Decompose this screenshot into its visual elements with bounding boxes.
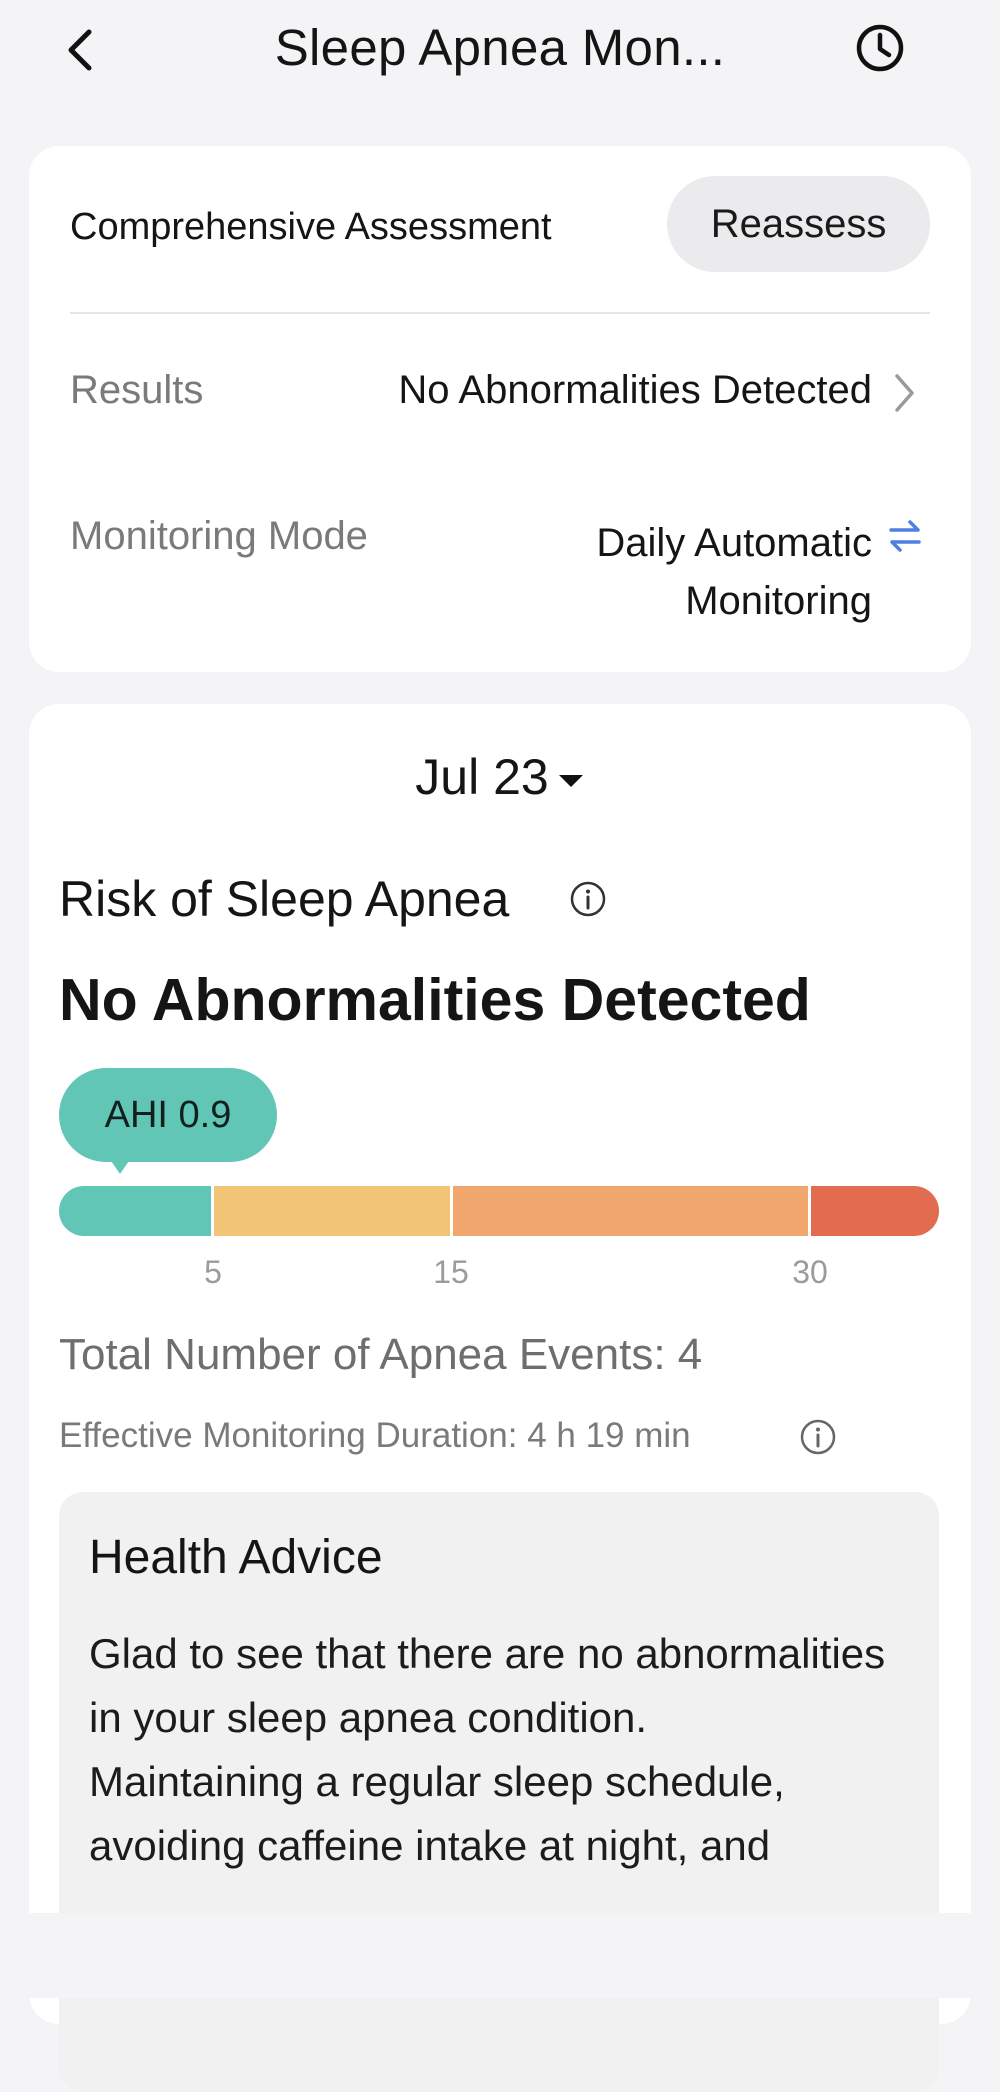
results-row[interactable]: Results No Abnormalities Detected	[29, 336, 971, 436]
divider	[70, 312, 930, 314]
assessment-title: Comprehensive Assessment	[70, 206, 552, 248]
bottom-safe-area	[0, 1913, 1000, 1998]
health-advice-box: Health Advice Glad to see that there are…	[59, 1492, 939, 2092]
monitoring-duration: Effective Monitoring Duration: 4 h 19 mi…	[59, 1416, 691, 1455]
monitoring-mode-row[interactable]: Monitoring Mode Daily Automatic Monitori…	[29, 486, 971, 636]
scale-tick-label: 15	[433, 1254, 469, 1290]
info-icon[interactable]	[569, 880, 607, 918]
health-advice-text: Glad to see that there are no abnormalit…	[89, 1622, 919, 1878]
assessment-card: Comprehensive Assessment Reassess Result…	[29, 146, 971, 672]
date-selector[interactable]: Jul 23	[29, 748, 971, 806]
results-label: Results	[70, 368, 204, 412]
info-icon[interactable]	[799, 1418, 837, 1456]
chevron-left-icon	[68, 29, 92, 71]
clock-icon	[856, 24, 904, 72]
reassess-button[interactable]: Reassess	[667, 176, 930, 272]
page-title: Sleep Apnea Mon...	[274, 19, 726, 76]
history-button[interactable]	[852, 18, 912, 78]
sleep-detail-card: Jul 23 Risk of Sleep Apnea No Abnormalit…	[29, 704, 971, 2092]
advice-paragraph: Glad to see that there are no abnormalit…	[89, 1630, 886, 1741]
scale-segment-mild	[211, 1186, 450, 1236]
ahi-risk-scale	[59, 1186, 939, 1236]
health-advice-title: Health Advice	[89, 1531, 383, 1584]
caret-down-icon	[558, 774, 583, 787]
risk-title: Risk of Sleep Apnea	[59, 871, 510, 927]
scale-segment-severe	[808, 1186, 939, 1236]
switch-arrows-icon[interactable]	[885, 514, 925, 558]
scale-segment-moderate	[449, 1186, 809, 1236]
date-label: Jul 23	[415, 749, 549, 805]
monitoring-mode-value: Daily Automatic Monitoring	[596, 521, 872, 623]
back-button[interactable]	[55, 16, 115, 86]
risk-result: No Abnormalities Detected	[59, 967, 811, 1033]
ahi-bubble: AHI 0.9	[59, 1068, 277, 1162]
chevron-right-icon	[895, 374, 914, 412]
scale-tick-label: 5	[204, 1254, 222, 1290]
advice-paragraph: Maintaining a regular sleep schedule, av…	[89, 1758, 785, 1869]
apnea-events-total: Total Number of Apnea Events: 4	[59, 1330, 703, 1379]
header-bar: Sleep Apnea Mon...	[0, 0, 1000, 110]
monitoring-mode-label: Monitoring Mode	[70, 514, 368, 558]
scale-tick-label: 30	[792, 1254, 828, 1290]
ahi-bubble-pointer	[109, 1158, 131, 1174]
scale-segment-normal	[59, 1186, 212, 1236]
results-value: No Abnormalities Detected	[398, 368, 872, 412]
